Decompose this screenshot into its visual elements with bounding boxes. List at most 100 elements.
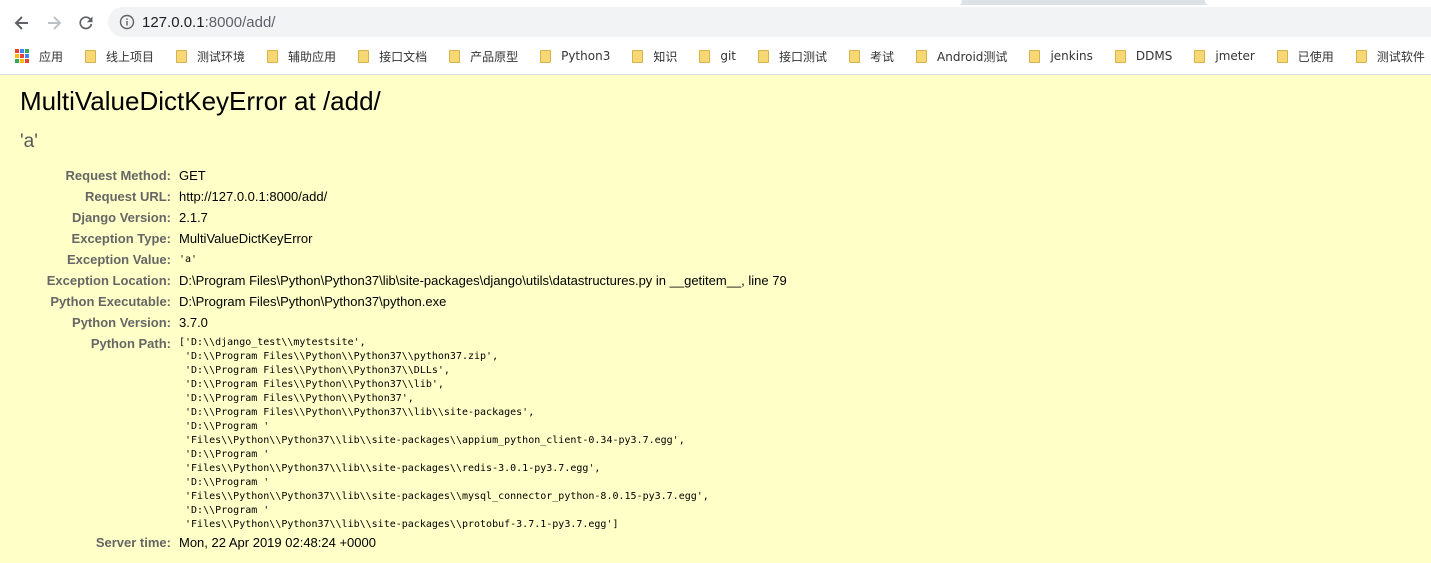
bookmark-label: 已使用 [1297, 49, 1334, 64]
folder-icon [540, 49, 552, 63]
exception-value-heading: 'a' [20, 131, 38, 152]
folder-icon [1029, 49, 1041, 63]
folder-icon [758, 49, 769, 63]
django-error-page: MultiValueDictKeyError at /add/ 'a' Requ… [0, 75, 1431, 563]
meta-row: Request URL: http://127.0.0.1:8000/add/ [20, 186, 787, 207]
meta-row: Exception Type: MultiValueDictKeyError [20, 228, 787, 249]
folder-icon [699, 49, 711, 63]
back-button[interactable] [6, 7, 38, 39]
meta-label: Request Method: [65, 168, 171, 183]
back-arrow-icon [14, 16, 28, 30]
bookmark-label: DDMS [1135, 49, 1173, 63]
meta-label: Django Version: [72, 210, 171, 225]
meta-row: Python Version: 3.7.0 [20, 312, 787, 333]
bookmark-label: 应用 [39, 49, 64, 64]
bookmark-label: 测试环境 [197, 49, 246, 64]
bookmark-label: 考试 [870, 49, 895, 64]
meta-label: Request URL: [85, 189, 171, 204]
bookmark-item[interactable]: 接口测试 [750, 43, 835, 69]
meta-label: Exception Value: [66, 252, 171, 267]
folder-icon [1114, 49, 1126, 63]
meta-row: Request Method: GET [20, 165, 787, 186]
folder-icon [632, 49, 644, 63]
python-path-list: ['D:\\django_test\\mytestsite', 'D:\\Pro… [179, 337, 709, 530]
bookmark-item[interactable]: git [691, 43, 744, 69]
address-url[interactable]: 127.0.0.1:8000/add/ [142, 14, 275, 31]
page-title: MultiValueDictKeyError at /add/ [20, 86, 381, 116]
meta-label: Exception Location: [46, 273, 171, 288]
bookmark-label: 接口测试 [779, 49, 828, 64]
bookmark-label: 线上项目 [106, 49, 155, 64]
bookmark-label: 测试软件 [1376, 49, 1425, 64]
meta-label: Server time: [95, 535, 171, 550]
bookmark-item[interactable]: 接口文档 [350, 43, 435, 69]
meta-label: Exception Type: [71, 231, 171, 246]
bookmark-item[interactable]: jmeter [1186, 43, 1262, 69]
bookmark-item[interactable]: 测试环境 [168, 43, 253, 69]
meta-value: D:\Program Files\Python\Python37\lib\sit… [179, 273, 787, 288]
meta-value: GET [179, 168, 206, 183]
bookmarks-bar: 应用 线上项目 测试环境 辅助应用 接口文档 产品原型 Python3 知识 git 接口测试 考试… [0, 43, 1431, 69]
bookmark-item[interactable]: 辅助应用 [259, 43, 344, 69]
meta-row: Exception Value: 'a' [20, 249, 787, 270]
bookmark-item[interactable]: 知识 [624, 43, 685, 69]
meta-value: MultiValueDictKeyError [179, 231, 313, 246]
url-host: 127.0.0.1 [142, 13, 205, 31]
bookmark-label: 接口文档 [379, 49, 428, 64]
bookmark-label: jmeter [1215, 49, 1255, 63]
bookmark-item[interactable]: 测试软件 [1348, 43, 1431, 69]
meta-value: 2.1.7 [179, 210, 208, 225]
bookmark-item[interactable]: 考试 [841, 43, 902, 69]
meta-value: 'a' [179, 254, 198, 265]
folder-icon [1276, 49, 1288, 63]
bookmark-item[interactable]: 产品原型 [441, 43, 526, 69]
forward-button[interactable] [38, 7, 70, 39]
folder-icon [358, 49, 370, 63]
meta-label: Python Path: [90, 336, 171, 351]
bookmark-item[interactable]: 应用 [0, 43, 71, 69]
bookmark-item[interactable]: 已使用 [1269, 43, 1342, 69]
forward-arrow-icon [48, 16, 62, 30]
bookmark-item[interactable]: 线上项目 [77, 43, 162, 69]
folder-icon [1355, 49, 1367, 63]
bookmark-label: 辅助应用 [288, 49, 337, 64]
apps-grid-icon [15, 49, 29, 63]
reload-button[interactable] [70, 7, 102, 39]
bookmark-label: Python3 [561, 49, 611, 63]
folder-icon [916, 49, 928, 63]
bookmark-item[interactable]: Android测试 [908, 43, 1015, 69]
address-bar[interactable]: 127.0.0.1:8000/add/ [108, 7, 1431, 37]
meta-row: Django Version: 2.1.7 [20, 207, 787, 228]
meta-value: ['D:\\django_test\\mytestsite', 'D:\\Pro… [179, 333, 787, 532]
meta-value: Mon, 22 Apr 2019 02:48:24 +0000 [179, 535, 376, 550]
folder-icon [1194, 49, 1206, 63]
toolbar: 127.0.0.1:8000/add/ [0, 5, 1431, 41]
meta-value: D:\Program Files\Python\Python37\python.… [179, 294, 447, 309]
bookmark-label: Android测试 [937, 49, 1008, 64]
url-path: :8000/add/ [204, 13, 276, 31]
meta-row: Exception Location: D:\Program Files\Pyth… [20, 270, 787, 291]
browser-chrome: 127.0.0.1:8000/add/ 应用 线上项目 测试环境 辅助应用 接口文档 产品… [0, 0, 1431, 75]
info-icon[interactable] [112, 14, 142, 30]
folder-icon [176, 49, 188, 63]
meta-row: Python Path: ['D:\\django_test\\mytestsit… [20, 333, 787, 532]
meta-row: Python Executable: D:\Program Files\Pytho… [20, 291, 787, 312]
bookmark-label: git [720, 49, 736, 63]
bookmark-item[interactable]: DDMS [1107, 43, 1180, 69]
folder-icon [85, 49, 97, 63]
bookmark-item[interactable]: Python3 [532, 43, 618, 69]
meta-label: Python Executable: [50, 294, 171, 309]
request-summary-table: Request Method: GET Request URL: http://127… [20, 165, 787, 553]
bookmark-item[interactable]: jenkins [1021, 43, 1100, 69]
folder-icon [449, 49, 461, 63]
bookmark-label: 产品原型 [470, 49, 519, 64]
folder-icon [267, 49, 279, 63]
folder-icon [849, 49, 861, 63]
reload-icon [79, 16, 93, 30]
bookmark-label: 知识 [653, 49, 678, 64]
bookmark-label: jenkins [1050, 49, 1093, 63]
meta-value: http://127.0.0.1:8000/add/ [179, 189, 328, 204]
meta-label: Python Version: [72, 315, 171, 330]
meta-value: 3.7.0 [179, 315, 208, 330]
meta-row: Server time: Mon, 22 Apr 2019 02:48:24 +0… [20, 532, 787, 553]
